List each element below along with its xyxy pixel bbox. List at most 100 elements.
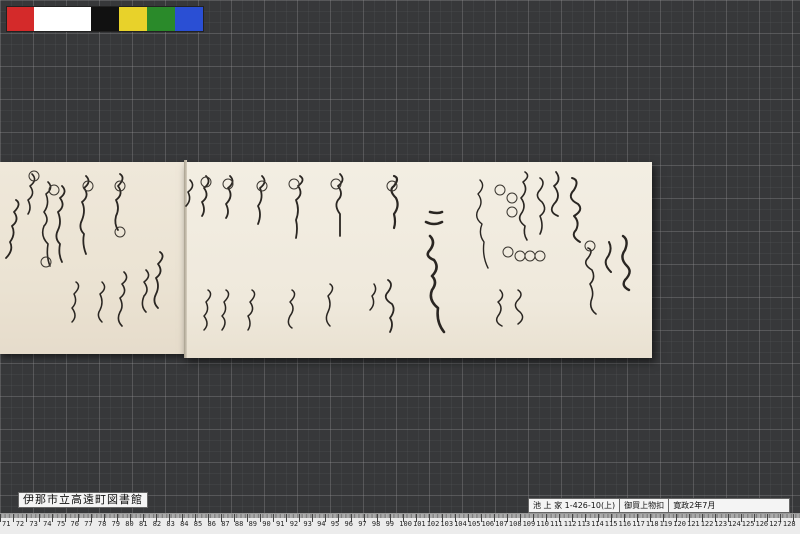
ruler-number: 86 — [207, 520, 216, 528]
seal-stamp — [524, 250, 536, 262]
ruler-number: 122 — [700, 520, 714, 528]
ruler-number: 128 — [782, 520, 796, 528]
ruler-number: 93 — [303, 520, 312, 528]
ruler-number: 127 — [769, 520, 782, 528]
ruler-number: 87 — [221, 520, 230, 528]
ruler-number: 99 — [385, 520, 395, 528]
seal-stamp — [506, 192, 518, 204]
seal-stamp — [506, 206, 518, 218]
ruler-number: 100 — [399, 520, 412, 528]
seal-stamp — [534, 250, 546, 262]
seal-stamp — [40, 256, 52, 268]
ink-column — [221, 289, 230, 331]
ruler-number: 76 — [70, 520, 79, 528]
ink-column — [5, 199, 20, 259]
ruler-number: 114 — [591, 520, 604, 528]
ruler-number: 120 — [673, 520, 686, 528]
ruler-number: 103 — [440, 520, 454, 528]
ink-column — [71, 281, 80, 323]
ink-column — [536, 177, 546, 235]
seal-stamp — [514, 250, 526, 262]
ruler-number: 73 — [29, 520, 38, 528]
ink-column — [584, 247, 597, 315]
ruler-number: 83 — [166, 520, 175, 528]
ruler-number: 89 — [248, 520, 258, 528]
ruler-number: 96 — [344, 520, 353, 528]
ink-column — [117, 271, 128, 327]
ruler-number: 88 — [234, 520, 244, 528]
ink-column — [569, 177, 582, 243]
ruler-number: 71 — [2, 520, 11, 528]
ruler-number: 72 — [15, 520, 25, 528]
ruler-number: 126 — [755, 520, 769, 528]
ruler-number: 124 — [728, 520, 741, 528]
ink-column — [257, 175, 266, 225]
ink-column — [495, 289, 504, 327]
ink-column — [153, 251, 164, 309]
ruler-number: 105 — [467, 520, 481, 528]
ruler-number: 94 — [317, 520, 326, 528]
ruler-number: 125 — [741, 520, 755, 528]
ruler-number: 104 — [454, 520, 467, 528]
ruler-number: 79 — [111, 520, 121, 528]
ruler-number: 108 — [508, 520, 522, 528]
ink-column — [369, 283, 377, 311]
ruler-number: 81 — [139, 520, 148, 528]
ink-column — [384, 279, 395, 333]
ink-column — [621, 234, 631, 292]
ruler-number: 107 — [495, 520, 508, 528]
ruler-number: 84 — [180, 520, 189, 528]
ink-column — [141, 269, 150, 313]
ink-column — [225, 175, 234, 219]
ruler-numbers: 71 72 73 74 75 76 77 78 79 80 81 82 83 84 85 86 87 88 89 90… — [0, 520, 800, 532]
catalog-id: 池 上 家 1-426-10(上) — [533, 501, 616, 510]
ruler-number: 113 — [577, 520, 591, 528]
ruler-number: 117 — [632, 520, 645, 528]
ruler-number: 78 — [97, 520, 107, 528]
document-title: 御買上物扣 — [619, 499, 668, 512]
ruler-number: 92 — [289, 520, 299, 528]
ruler-number: 112 — [563, 520, 577, 528]
ruler-number: 85 — [193, 520, 203, 528]
ruler-number: 102 — [426, 520, 440, 528]
document-date: 寛政2年7月 — [668, 499, 719, 512]
ruler-number: 111 — [550, 520, 563, 528]
seal-stamp — [288, 178, 300, 190]
ink-column — [325, 283, 334, 327]
ruler-number: 91 — [276, 520, 285, 528]
ink-column — [518, 171, 529, 241]
ink-column — [475, 179, 489, 269]
ruler-number: 101 — [413, 520, 426, 528]
calligraphy-ink — [5, 170, 631, 334]
ruler-number: 110 — [536, 520, 549, 528]
library-name-label: 伊那市立高遠町図書館 — [18, 492, 148, 508]
seal-stamp — [494, 184, 506, 196]
ruler-number: 80 — [125, 520, 134, 528]
ink-column — [203, 289, 212, 331]
ink-column — [424, 210, 446, 334]
ink-column — [247, 289, 256, 331]
ruler-number: 118 — [645, 520, 659, 528]
ruler-number: 74 — [43, 520, 52, 528]
ink-column — [41, 181, 52, 267]
ruler-number: 106 — [481, 520, 495, 528]
ink-column — [287, 289, 296, 329]
ruler-number: 115 — [604, 520, 618, 528]
ink-column — [55, 185, 66, 263]
ruler-number: 109 — [522, 520, 536, 528]
ruler-number: 75 — [56, 520, 66, 528]
ink-column — [185, 179, 194, 207]
ruler-number: 121 — [687, 520, 700, 528]
ink-column — [550, 171, 560, 217]
measuring-ruler: 71 72 73 74 75 76 77 78 79 80 81 82 83 84 85 86 87 88 89 90… — [0, 513, 800, 534]
ink-column — [97, 281, 106, 323]
ruler-number: 116 — [618, 520, 632, 528]
ruler-number: 95 — [330, 520, 340, 528]
ruler-number: 123 — [714, 520, 728, 528]
ruler-number: 90 — [262, 520, 271, 528]
ruler-number: 77 — [84, 520, 93, 528]
ink-column — [604, 241, 612, 273]
catalog-label: 池 上 家 1-426-10(上) 御買上物扣 寛政2年7月 — [528, 498, 790, 513]
ruler-number: 97 — [358, 520, 367, 528]
seal-stamp — [114, 226, 126, 238]
